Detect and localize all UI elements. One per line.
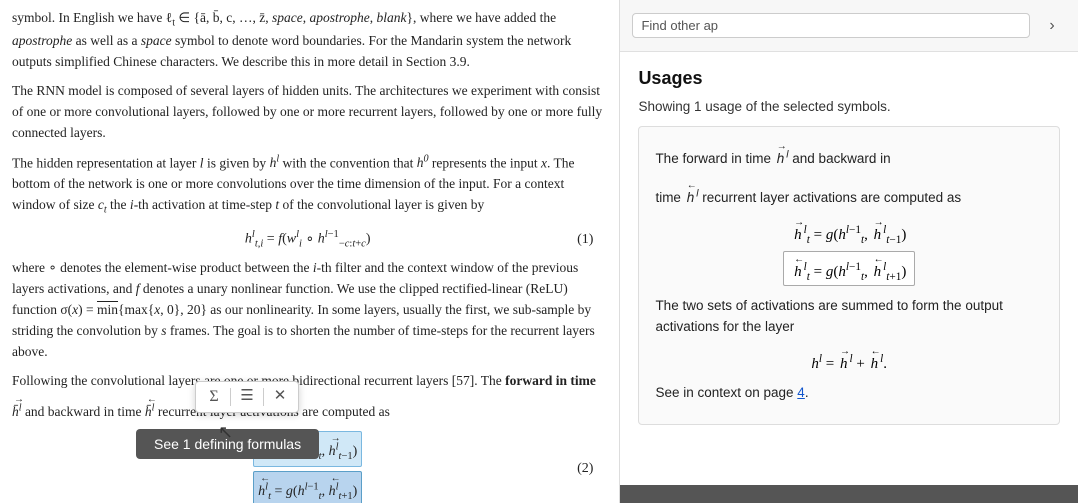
usage-formula1: → h lt = g(hl−1t, → h lt−1) [655,217,1043,246]
para4: where ∘ denotes the element-wise product… [12,258,603,363]
para2: The RNN model is composed of several lay… [12,81,603,144]
equation1: hlt,i = f(wli ∘ hl−1−c:t+c) (1) [12,227,603,253]
cursor: ↖ [218,419,233,447]
hamburger-icon[interactable]: ☰ [235,385,259,409]
sigma-icon[interactable]: Σ [202,385,226,409]
usage-text3: time ← h l recurrent layer activations a… [655,178,1043,209]
close-icon[interactable]: ✕ [268,385,292,409]
usage-formula3: hl = → h l + ← h l. [655,346,1043,373]
usage-text1: The forward in time → h l and backward i… [655,139,1043,170]
eq1-number: (1) [577,229,593,251]
search-text: Find other ap [641,18,718,33]
search-box[interactable]: Find other ap [632,13,1030,38]
toolbar-popup: Σ ☰ ✕ [195,381,299,413]
eq2-number: (2) [577,458,593,480]
usage-box: The forward in time → h l and backward i… [638,126,1060,425]
toolbar-divider2 [263,388,264,406]
para3: The hidden representation at layer l is … [12,152,603,219]
usage-formula2: ← h lt = g(hl−1t, ← h lt+1) [655,251,1043,286]
context-page-link[interactable]: 4 [797,385,805,400]
chevron-right-button[interactable]: › [1038,12,1066,40]
top-bar: Find other ap › [620,0,1078,52]
showing-text: Showing 1 usage of the selected symbols. [638,99,1060,114]
left-panel: symbol. In English we have ℓt ∈ {ā, b̄, … [0,0,619,503]
para5: Following the convolutional layers are o… [12,371,603,423]
right-panel: Find other ap › Usages Showing 1 usage o… [620,0,1078,503]
right-content: Usages Showing 1 usage of the selected s… [620,52,1078,485]
formula-backward: ← h lt = g(hl−1t, ← h lt+1) [253,471,362,503]
section-title: Usages [638,68,1060,89]
bottom-bar [620,485,1078,503]
toolbar-divider [230,388,231,406]
usage-text6: The two sets of activations are summed t… [655,296,1043,338]
context-text: See in context on page 4. [655,383,1043,404]
para1: symbol. In English we have ℓt ∈ {ā, b̄, … [12,8,603,73]
